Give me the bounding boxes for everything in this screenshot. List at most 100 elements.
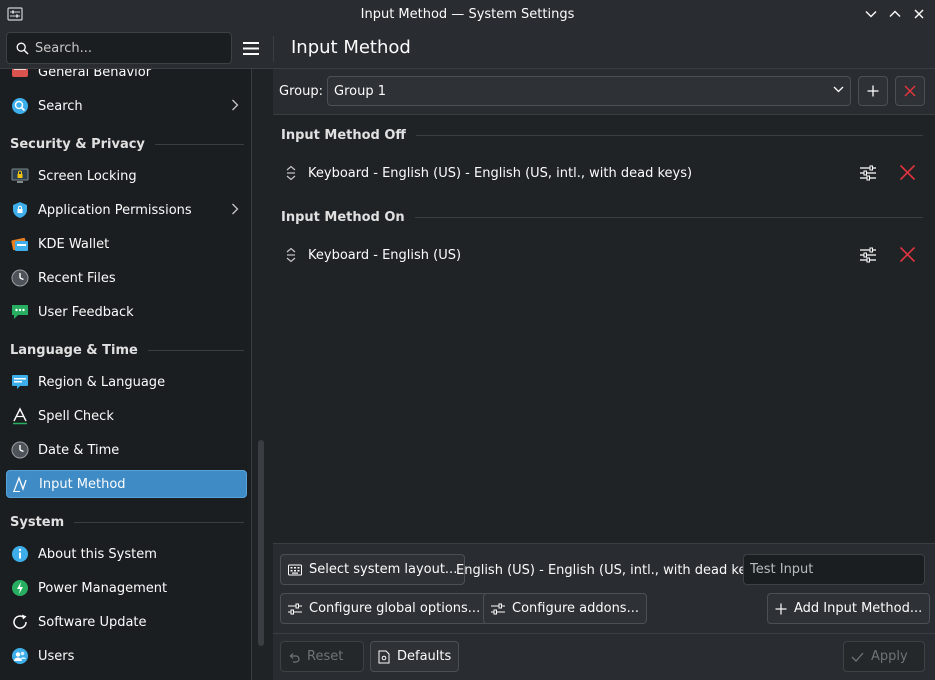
add-input-method-button[interactable]: Add Input Method... — [767, 593, 931, 624]
defaults-label: Defaults — [397, 649, 452, 664]
configure-input-method-button[interactable] — [859, 246, 877, 268]
add-group-button[interactable] — [858, 76, 888, 106]
drag-handle-icon[interactable] — [281, 165, 301, 181]
apply-button[interactable]: Apply — [843, 641, 925, 672]
close-icon — [899, 246, 916, 263]
defaults-button[interactable]: Defaults — [370, 641, 460, 672]
sidebar-item-spell-check[interactable]: Spell Check — [6, 402, 247, 430]
sidebar-item-label: Screen Locking — [38, 168, 137, 184]
clock-icon — [10, 440, 30, 460]
keyboard-icon — [288, 564, 302, 576]
header-bar: Input Method — [0, 28, 935, 69]
configure-input-method-button[interactable] — [859, 164, 877, 186]
sidebar-item-label: Input Method — [39, 476, 126, 492]
general-behavior-icon — [10, 69, 30, 82]
remove-group-button[interactable] — [895, 76, 925, 106]
group-select[interactable]: Group 1 — [327, 76, 851, 106]
sidebar-item-label: Search — [38, 98, 83, 114]
section-header-system: System — [10, 512, 244, 532]
sidebar-item-label: Date & Time — [38, 442, 120, 458]
remove-input-method-button[interactable] — [899, 246, 916, 267]
window-title: Input Method — System Settings — [360, 6, 575, 22]
sidebar-item-application-permissions[interactable]: Application Permissions — [6, 196, 247, 224]
select-system-layout-button[interactable]: Select system layout... — [280, 554, 466, 585]
minimize-button[interactable] — [861, 5, 881, 23]
menu-icon — [243, 41, 259, 55]
maximize-button[interactable] — [885, 5, 905, 23]
checkmark-icon — [851, 652, 864, 662]
reset-button[interactable]: Reset — [280, 641, 364, 672]
sidebar-item-about-system[interactable]: About this System — [6, 540, 247, 568]
sidebar-scrollbar[interactable] — [258, 440, 264, 646]
search-field[interactable] — [6, 32, 232, 64]
update-icon — [10, 612, 30, 632]
chevron-up-icon — [889, 10, 901, 17]
sidebar-item-general-behavior[interactable]: General Behavior — [6, 69, 247, 86]
search-input[interactable] — [35, 40, 215, 56]
hamburger-menu-button[interactable] — [240, 38, 262, 58]
close-icon — [899, 164, 916, 181]
bottom-actions-panel: Select system layout... English (US) - E… — [273, 543, 935, 633]
configure-global-options-button[interactable]: Configure global options... — [280, 593, 489, 624]
sidebar-item-screen-locking[interactable]: Screen Locking — [6, 162, 247, 190]
configure-global-options-label: Configure global options... — [309, 601, 481, 616]
sidebar-item-label: KDE Wallet — [38, 236, 110, 252]
shield-icon — [10, 200, 30, 220]
apply-label: Apply — [871, 649, 908, 664]
test-input[interactable] — [750, 562, 920, 577]
search-icon — [16, 42, 29, 54]
sidebar-item-region-language[interactable]: Region & Language — [6, 368, 247, 396]
page-title: Input Method — [291, 37, 411, 58]
group-toolbar: Group: Group 1 — [273, 69, 935, 115]
section-header-language: Language & Time — [10, 340, 244, 360]
sidebar-item-software-update[interactable]: Software Update — [6, 608, 247, 636]
section-input-method-off: Input Method Off — [281, 125, 923, 145]
drag-handle-icon[interactable] — [281, 247, 301, 263]
input-method-icon — [11, 474, 31, 494]
sidebar-item-label: Application Permissions — [38, 202, 192, 218]
sliders-icon — [860, 247, 876, 263]
chevron-right-icon — [232, 203, 239, 215]
sidebar-item-power-management[interactable]: Power Management — [6, 574, 247, 602]
remove-input-method-button[interactable] — [899, 164, 916, 185]
group-label: Group: — [279, 84, 323, 99]
title-bar: Input Method — System Settings — [0, 0, 935, 28]
sidebar-item-label: Region & Language — [38, 374, 166, 390]
plus-icon — [867, 85, 879, 97]
sidebar-item-date-time[interactable]: Date & Time — [6, 436, 247, 464]
sidebar-item-recent-files[interactable]: Recent Files — [6, 264, 247, 292]
sidebar-item-label: Spell Check — [38, 408, 114, 424]
sidebar-item-label: Users — [38, 648, 75, 664]
test-input-field[interactable] — [743, 554, 925, 585]
input-method-name: Keyboard - English (US) — [308, 247, 462, 263]
sidebar-item-search[interactable]: Search — [6, 92, 247, 120]
add-input-method-label: Add Input Method... — [794, 601, 923, 616]
input-method-name: Keyboard - English (US) - English (US, i… — [308, 165, 693, 181]
close-window-button[interactable] — [909, 5, 929, 23]
info-icon — [10, 544, 30, 564]
settings-sliders-icon — [491, 603, 505, 615]
current-layout-label: English (US) - English (US, intl., with … — [456, 563, 766, 578]
input-method-row[interactable]: Keyboard - English (US) - English (US, i… — [281, 157, 923, 189]
screen-lock-icon — [10, 166, 30, 186]
configure-addons-button[interactable]: Configure addons... — [483, 593, 647, 624]
main-content: Group: Group 1 Input Method Off Keyboard… — [273, 69, 935, 680]
configure-addons-label: Configure addons... — [512, 601, 639, 616]
clock-icon — [10, 268, 30, 288]
close-icon — [914, 9, 924, 19]
input-method-row[interactable]: Keyboard - English (US) — [281, 239, 923, 271]
section-input-method-on: Input Method On — [281, 207, 923, 227]
reset-label: Reset — [307, 649, 344, 664]
sidebar-item-label: Software Update — [38, 614, 147, 630]
sidebar-item-users[interactable]: Users — [6, 642, 247, 670]
undo-icon — [288, 651, 300, 663]
sidebar-item-input-method[interactable]: Input Method — [6, 470, 247, 498]
sidebar-item-kde-wallet[interactable]: KDE Wallet — [6, 230, 247, 258]
spell-check-icon — [10, 406, 30, 426]
group-select-value: Group 1 — [334, 83, 386, 99]
sidebar-item-user-feedback[interactable]: User Feedback — [6, 298, 247, 326]
chevron-right-icon — [232, 99, 239, 111]
search-settings-icon — [10, 96, 30, 116]
section-header-security: Security & Privacy — [10, 134, 244, 154]
close-icon — [904, 85, 916, 97]
